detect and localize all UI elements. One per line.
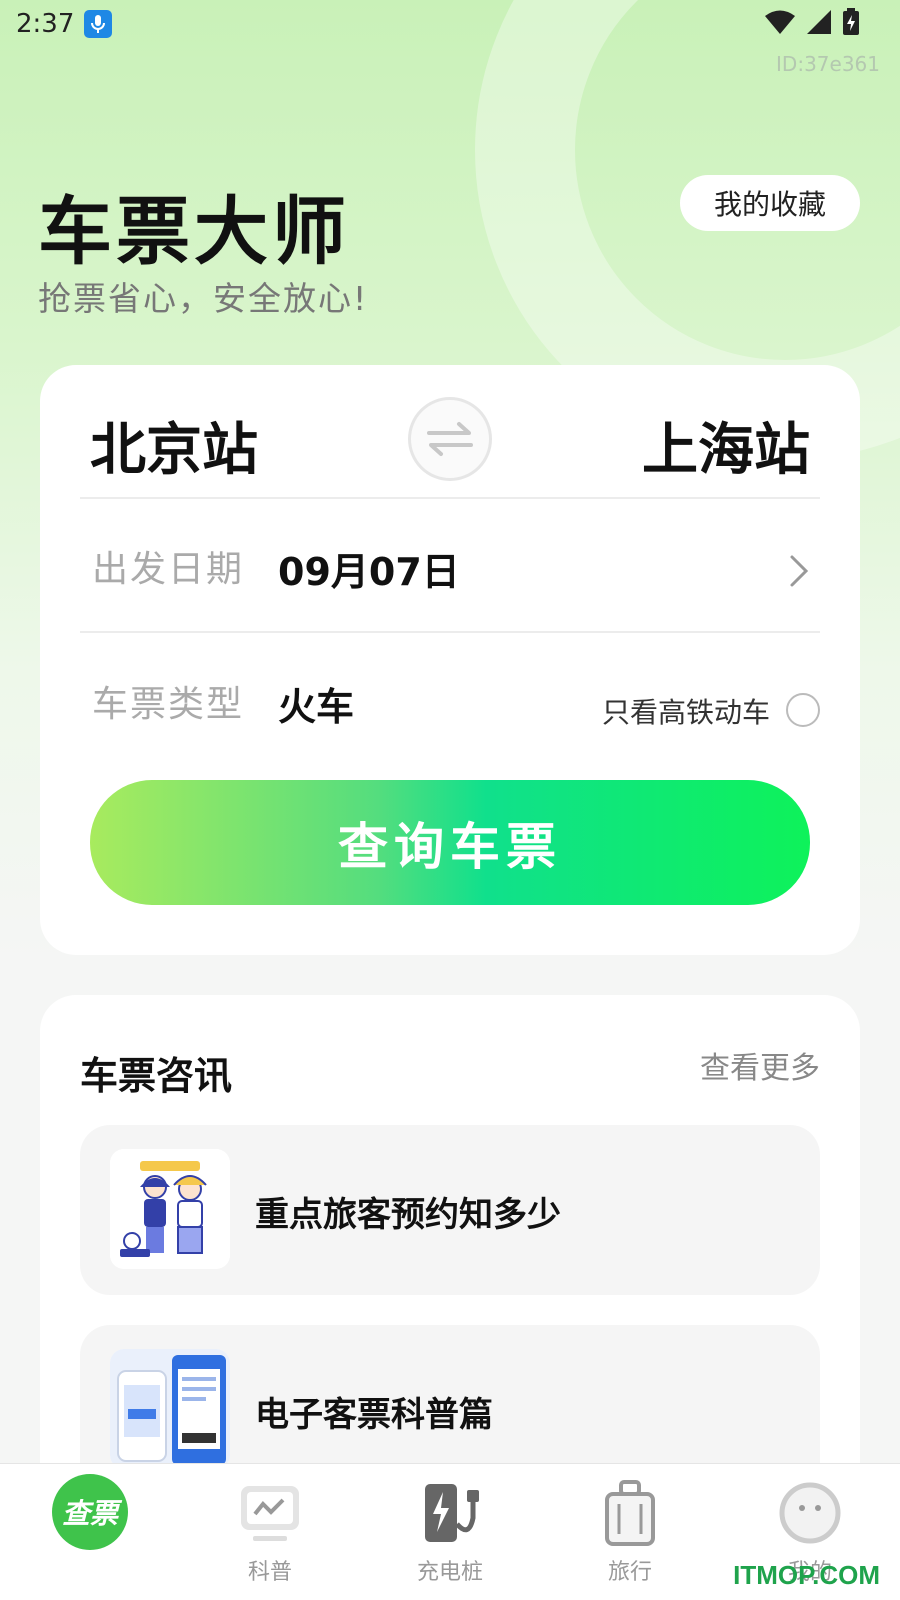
from-station[interactable]: 北京站: [90, 405, 258, 486]
microphone-icon: [84, 10, 113, 38]
ticket-search-icon: 查票: [52, 1474, 128, 1550]
battery-charging-icon: [843, 8, 859, 35]
profile-icon: [779, 1482, 841, 1544]
tab-travel[interactable]: 旅行: [540, 1464, 720, 1600]
status-icons: [764, 8, 860, 36]
charging-station-icon: [425, 1484, 479, 1542]
tab-label: 充电桩: [416, 1560, 483, 1585]
news-thumbnail-e-ticket: [110, 1349, 230, 1465]
news-item-title: 电子客票科普篇: [255, 1395, 493, 1435]
tab-charging[interactable]: 充电桩: [360, 1464, 540, 1600]
highspeed-only-label[interactable]: 只看高铁动车: [602, 691, 770, 731]
tab-label: 科普: [247, 1560, 292, 1585]
signal-icon: [807, 10, 831, 34]
highspeed-only-radio[interactable]: [786, 693, 820, 727]
tab-label: 旅行: [607, 1560, 652, 1585]
favorites-button[interactable]: 我的收藏: [680, 175, 860, 231]
tab-science[interactable]: 科普: [180, 1464, 360, 1600]
luggage-icon: [605, 1480, 655, 1546]
app-title: 车票大师: [38, 189, 350, 275]
news-item-title: 重点旅客预约知多少: [255, 1195, 561, 1235]
status-time: 2:37: [16, 9, 75, 39]
news-item[interactable]: 重点旅客预约知多少: [80, 1125, 820, 1295]
science-screen-icon: [241, 1486, 299, 1541]
ticket-news-card: 车票咨讯 查看更多 重点旅客预约知多少 电子客票科普篇: [40, 995, 860, 1465]
to-station[interactable]: 上海站: [642, 405, 810, 486]
chevron-right-icon[interactable]: [788, 553, 810, 589]
watermark: ITMOP.COM: [733, 1560, 880, 1590]
news-section-title: 车票咨讯: [80, 1054, 233, 1098]
ticket-type-label: 车票类型: [92, 684, 245, 725]
wifi-icon: [765, 10, 795, 34]
device-id: ID:37e361: [776, 52, 880, 76]
swap-stations-button[interactable]: [408, 397, 492, 481]
view-more-link[interactable]: 查看更多: [700, 1043, 820, 1087]
tab-check-tickets[interactable]: 查票: [0, 1464, 180, 1600]
swap-icon: [427, 422, 473, 456]
query-tickets-button[interactable]: 查询车票: [90, 780, 810, 905]
app-subtitle: 抢票省心，安全放心!: [38, 279, 369, 318]
status-bar: 2:37: [0, 0, 900, 48]
news-thumbnail-travelers: [110, 1149, 230, 1269]
divider: [80, 497, 820, 499]
divider: [80, 631, 820, 633]
news-item[interactable]: 电子客票科普篇: [80, 1325, 820, 1465]
ticket-search-card: 北京站 上海站 出发日期 09月07日 车票类型 火车 只看高铁动车 查询车票: [40, 365, 860, 955]
date-value[interactable]: 09月07日: [278, 541, 460, 596]
ticket-type-value[interactable]: 火车: [278, 676, 354, 731]
date-label: 出发日期: [92, 549, 245, 590]
